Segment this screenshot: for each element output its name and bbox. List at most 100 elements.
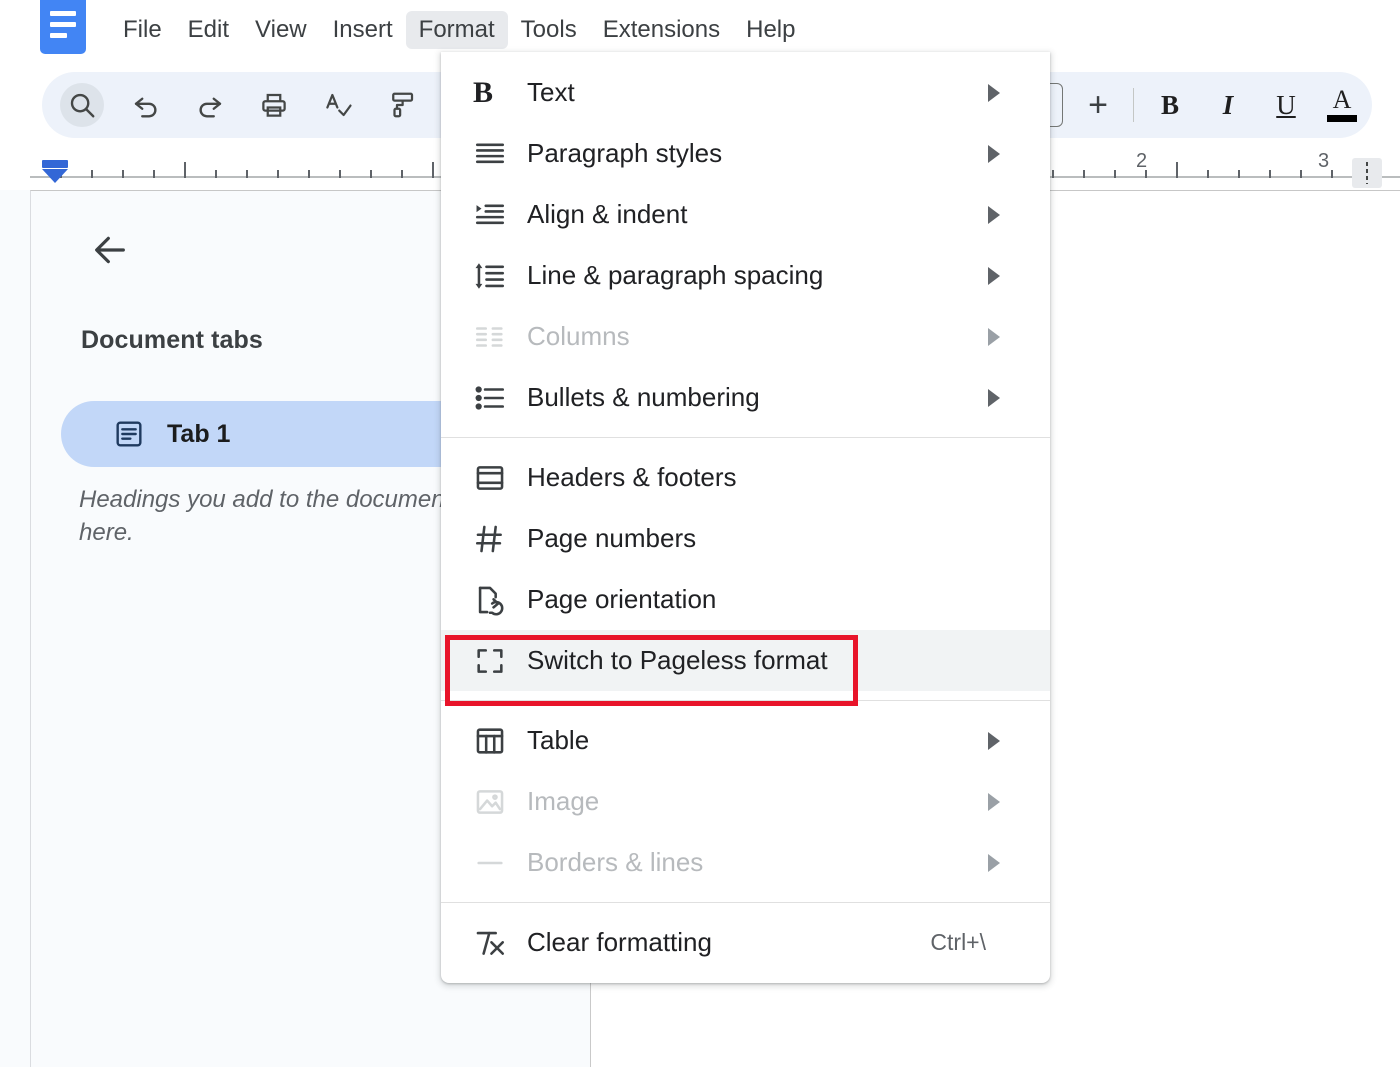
menu-item-label: Page orientation — [527, 584, 717, 614]
ruler-tick — [1269, 170, 1271, 178]
menu-item-label: Image — [527, 786, 600, 816]
menu-file[interactable]: File — [110, 11, 175, 49]
ruler-tick — [1238, 170, 1240, 178]
menu-item-label: Text — [527, 77, 575, 107]
submenu-arrow-icon — [988, 853, 1000, 872]
menu-edit[interactable]: Edit — [175, 11, 242, 49]
menu-bar: File Edit View Insert Format Tools Extensions H… — [0, 0, 1400, 60]
image-icon — [473, 785, 527, 819]
bold-button[interactable]: B — [1148, 82, 1192, 128]
ruler-tick — [432, 162, 434, 178]
page-numbers-icon — [473, 522, 527, 556]
menu-tools[interactable]: Tools — [508, 11, 590, 49]
document-tabs-title: Document tabs — [81, 326, 263, 354]
toolbar-left-group: 1 — [60, 72, 463, 138]
left-indent-marker-icon[interactable] — [42, 160, 68, 184]
menu-extensions[interactable]: Extensions — [590, 11, 733, 49]
ruler-tick — [401, 170, 403, 178]
menu-item-table[interactable]: Table — [441, 710, 1050, 771]
docs-logo-icon[interactable] — [40, 0, 86, 54]
menu-item-borders-lines: Borders & lines — [441, 832, 1050, 893]
borders-lines-icon — [473, 846, 527, 880]
menu-item-label: Switch to Pageless format — [527, 645, 828, 675]
ruler-tick — [122, 170, 124, 178]
submenu-arrow-icon — [988, 731, 1000, 750]
ruler-tick — [1331, 170, 1333, 178]
menu-separator — [441, 700, 1050, 701]
tab-stop-icon[interactable] — [1352, 158, 1382, 188]
menu-item-line-paragraph-spacing[interactable]: Line & paragraph spacing — [441, 245, 1050, 306]
format-menu-dropdown: B Text Paragraph styles Align & indent Line … — [441, 52, 1050, 983]
ruler-tick — [277, 170, 279, 178]
menu-item-clear-formatting[interactable]: Clear formatting Ctrl+\ — [441, 912, 1050, 973]
menu-item-label: Clear formatting — [527, 927, 712, 957]
text-color-letter: A — [1332, 85, 1352, 115]
headers-footers-icon — [473, 461, 527, 495]
submenu-arrow-icon — [988, 388, 1000, 407]
ruler-number: 2 — [1136, 150, 1148, 172]
submenu-arrow-icon — [988, 266, 1000, 285]
format-text-bold-icon: B — [473, 75, 494, 109]
menu-item-bullets-numbering[interactable]: Bullets & numbering — [441, 367, 1050, 428]
menu-item-label: Table — [527, 725, 590, 755]
underline-button[interactable]: U — [1264, 82, 1308, 128]
ruler-tick — [370, 170, 372, 178]
back-arrow-icon[interactable] — [79, 219, 141, 281]
paragraph-styles-icon — [473, 137, 527, 171]
bullets-numbering-icon — [473, 381, 527, 415]
ruler-tick — [1207, 170, 1209, 178]
ruler-tick — [184, 162, 186, 178]
text-color-button[interactable]: A — [1322, 82, 1362, 128]
menu-help[interactable]: Help — [733, 11, 808, 49]
ruler-tick — [215, 170, 217, 178]
menu-item-label: Columns — [527, 321, 630, 351]
menu-item-text[interactable]: B Text — [441, 62, 1050, 123]
menu-view[interactable]: View — [242, 11, 320, 49]
ruler-tick — [1083, 170, 1085, 178]
ruler-tick — [1052, 170, 1054, 178]
menu-item-label: Line & paragraph spacing — [527, 260, 824, 290]
menu-item-label: Paragraph styles — [527, 138, 723, 168]
ruler-tick — [1300, 170, 1302, 178]
toolbar-right-group: 11 + B I U A — [1003, 72, 1362, 138]
ruler-tick — [1176, 162, 1178, 178]
menu-format[interactable]: Format — [405, 11, 508, 49]
ruler-tick — [91, 170, 93, 178]
document-tab-label: Tab 1 — [167, 419, 231, 448]
menu-item-page-numbers[interactable]: Page numbers — [441, 508, 1050, 569]
menu-item-label: Headers & footers — [527, 462, 737, 492]
search-button[interactable] — [60, 83, 104, 127]
ruler-tick — [339, 170, 341, 178]
line-spacing-icon — [473, 259, 527, 293]
ruler-tick — [308, 170, 310, 178]
menu-item-paragraph-styles[interactable]: Paragraph styles — [441, 123, 1050, 184]
ruler-tick — [1114, 170, 1116, 178]
menu-insert[interactable]: Insert — [320, 11, 406, 49]
ruler-number: 3 — [1318, 150, 1330, 172]
menu-item-shortcut: Ctrl+\ — [930, 929, 986, 955]
menu-separator — [441, 437, 1050, 438]
align-indent-icon — [473, 198, 527, 232]
print-button[interactable] — [252, 83, 296, 127]
submenu-arrow-icon — [988, 144, 1000, 163]
document-tab-icon — [113, 418, 145, 450]
menu-item-label: Page numbers — [527, 523, 697, 553]
submenu-arrow-icon — [988, 205, 1000, 224]
menu-item-headers-footers[interactable]: Headers & footers — [441, 447, 1050, 508]
italic-button[interactable]: I — [1206, 82, 1250, 128]
text-color-swatch — [1327, 114, 1357, 122]
ruler-tick — [153, 170, 155, 178]
submenu-arrow-icon — [988, 792, 1000, 811]
menu-item-switch-to-pageless-format[interactable]: Switch to Pageless format — [441, 630, 1050, 691]
menu-item-page-orientation[interactable]: Page orientation — [441, 569, 1050, 630]
submenu-arrow-icon — [988, 83, 1000, 102]
paint-format-icon[interactable] — [380, 83, 424, 127]
redo-button[interactable] — [188, 83, 232, 127]
pageless-format-icon — [473, 644, 527, 678]
page-orientation-icon — [473, 583, 527, 617]
spellcheck-icon[interactable] — [316, 83, 360, 127]
table-icon — [473, 724, 527, 758]
increase-font-size-button[interactable]: + — [1077, 84, 1119, 126]
undo-button[interactable] — [124, 83, 168, 127]
menu-item-align-indent[interactable]: Align & indent — [441, 184, 1050, 245]
